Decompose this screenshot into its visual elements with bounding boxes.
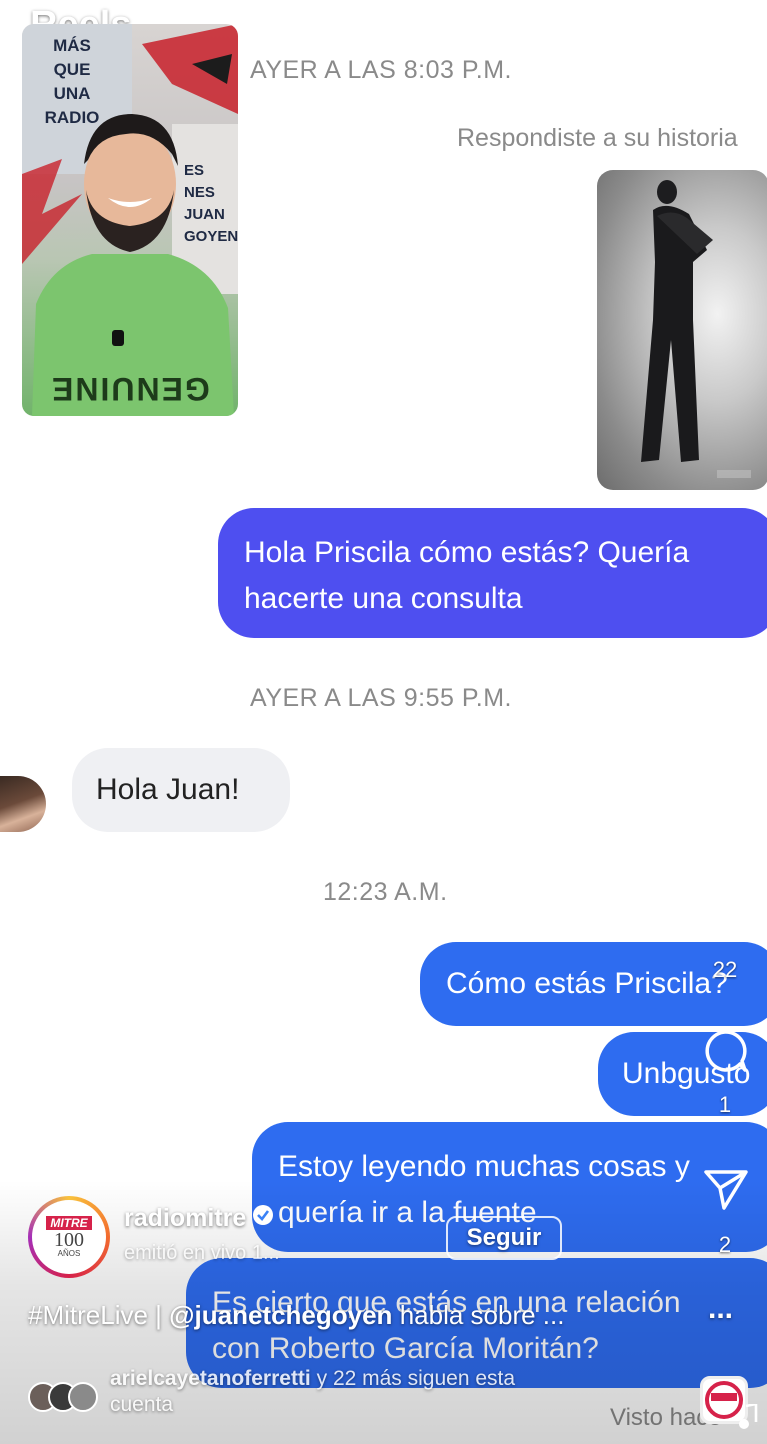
caption-separator: | <box>155 1300 170 1330</box>
caption-hashtag[interactable]: #MitreLive <box>28 1300 148 1330</box>
follower-avatars <box>28 1380 100 1412</box>
account-subtitle: emitió en vivo 1... <box>124 1242 280 1264</box>
comment-icon[interactable] <box>702 1028 748 1079</box>
video-thumbnail[interactable]: MÁS QUE UNA RADIO ES NES JUAN GOYEN GENU… <box>22 24 238 416</box>
follow-button-label: Seguir <box>466 1224 542 1251</box>
share-icon[interactable] <box>702 1166 750 1217</box>
logo-bottom-text: AÑOS <box>57 1249 81 1258</box>
poster-line-2: QUE <box>53 60 91 79</box>
account-username-text: radiomitre <box>124 1204 247 1232</box>
shirt-text: GENUINE <box>50 371 210 407</box>
logo-top-text: MITRE <box>46 1216 92 1230</box>
verified-badge-icon <box>252 1204 274 1233</box>
heart-icon[interactable] <box>698 888 752 941</box>
followers-name: arielcayetanoferretti <box>110 1367 311 1390</box>
camera-icon[interactable] <box>707 6 749 46</box>
followers-text[interactable]: arielcayetanoferretti y 22 más siguen es… <box>110 1366 630 1418</box>
message-1-line1: Hola Priscila cómo estás? Quería <box>244 536 690 569</box>
message-bubble-1[interactable]: Hola Priscila cómo estás? Quería hacerte… <box>218 508 767 638</box>
account-avatar[interactable]: MITRE 100 AÑOS <box>28 1196 110 1278</box>
music-note-icon <box>738 1402 758 1435</box>
followers-rest: y 22 más siguen esta <box>316 1367 516 1390</box>
like-count: 22 <box>712 957 738 982</box>
contact-avatar[interactable] <box>0 776 46 832</box>
account-username[interactable]: radiomitre <box>124 1204 274 1233</box>
reel-caption[interactable]: #MitreLive | @juanetchegoyen habla sobre… <box>28 1300 564 1331</box>
follow-button[interactable]: Seguir <box>446 1216 562 1260</box>
logo-number: 100 <box>54 1229 84 1251</box>
followers-tail: cuenta <box>110 1393 174 1416</box>
more-options-icon[interactable]: ... <box>708 1292 733 1326</box>
timestamp-2: AYER A LAS 9:55 P.M. <box>250 684 513 712</box>
story-reply-label: Respondiste a su historia <box>457 124 738 152</box>
timestamp-1: AYER A LAS 8:03 P.M. <box>250 56 513 84</box>
story-image[interactable] <box>597 170 767 490</box>
presenter-figure <box>32 114 234 416</box>
message-1-line2: hacerte una consulta <box>244 582 523 615</box>
message-2-text: Cómo estás Priscila? <box>446 967 728 1000</box>
caption-mention[interactable]: @juanetchegoyen <box>169 1300 392 1330</box>
message-4-line1: Estoy leyendo muchas cosas y <box>278 1150 690 1183</box>
reply-1-text: Hola Juan! <box>96 773 240 806</box>
share-count: 2 <box>718 1232 732 1257</box>
follower-avatar-3 <box>68 1382 98 1412</box>
message-bubble-2[interactable]: Cómo estás Priscila? <box>420 942 767 1026</box>
timestamp-3: 12:23 A.M. <box>323 878 448 906</box>
comment-count: 1 <box>718 1092 732 1117</box>
mitre-logo: MITRE 100 AÑOS <box>32 1200 106 1274</box>
poster-line-1: MÁS <box>53 36 91 55</box>
caption-rest: habla sobre ... <box>399 1300 565 1330</box>
reply-bubble-1[interactable]: Hola Juan! <box>72 748 290 832</box>
story-figure <box>641 180 751 478</box>
